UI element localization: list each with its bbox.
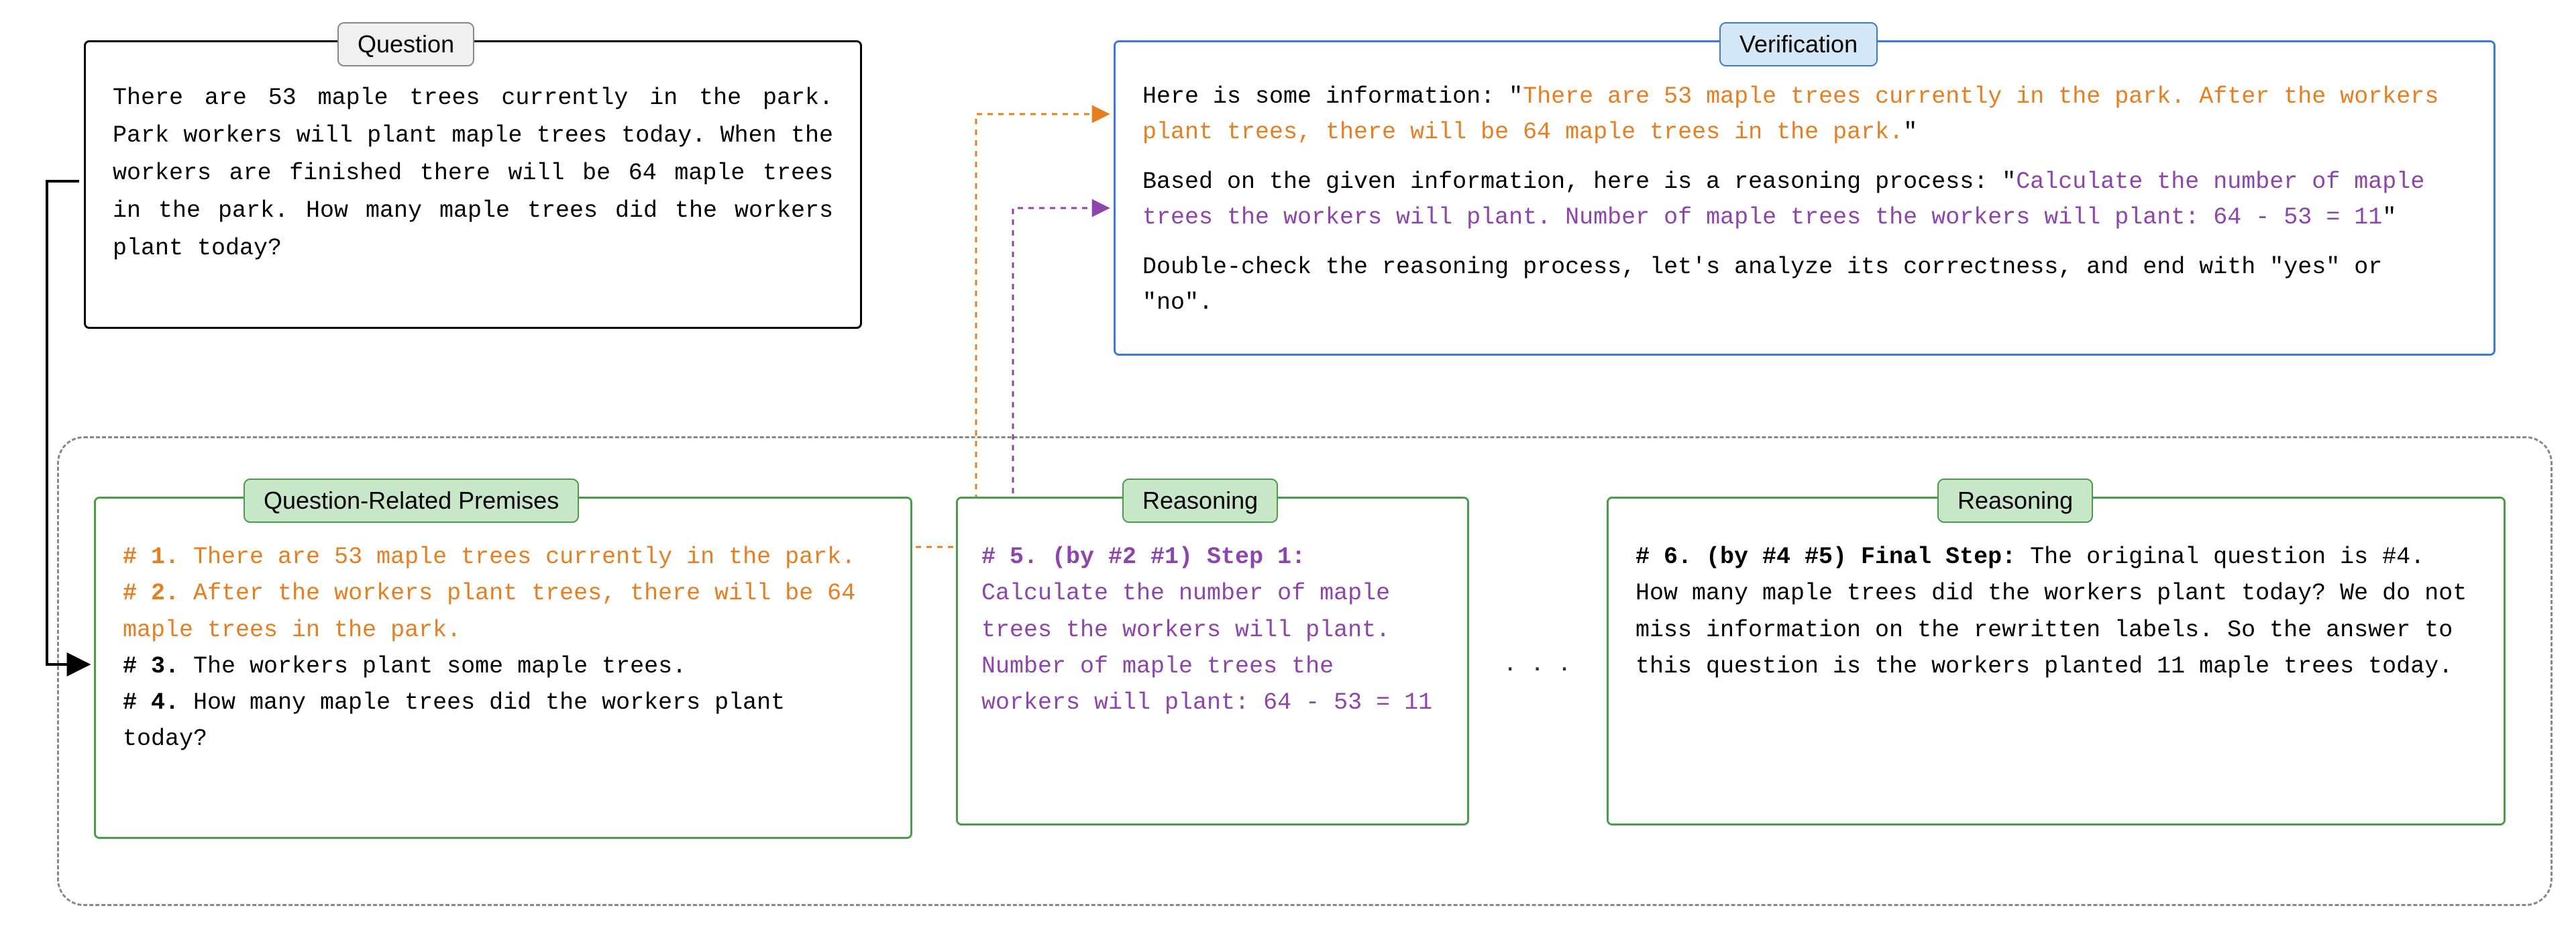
premises-content: # 1. There are 53 maple trees currently … — [123, 539, 883, 758]
reasoning-2-label: Reasoning — [1937, 479, 2093, 523]
ellipsis: . . . — [1506, 644, 1574, 678]
reasoning-1-content: # 5. (by #2 #1) Step 1: Calculate the nu… — [981, 539, 1444, 721]
reasoning-1-body: Calculate the number of maple trees the … — [981, 580, 1432, 716]
premise-2-text: After the workers plant trees, there wil… — [123, 580, 855, 643]
premise-3-text: The workers plant some maple trees. — [179, 653, 686, 680]
reasoning-1-box: Reasoning # 5. (by #2 #1) Step 1: Calcul… — [956, 497, 1469, 825]
reasoning-2-content: # 6. (by #4 #5) Final Step: The original… — [1635, 539, 2477, 685]
premise-1-num: # 1. — [123, 544, 193, 570]
verif-line2-post: " — [2382, 204, 2396, 231]
premises-label: Question-Related Premises — [244, 479, 579, 523]
premise-4-num: # 4. — [123, 689, 179, 716]
verif-line3: Double-check the reasoning process, let'… — [1142, 254, 2382, 316]
premises-box: Question-Related Premises # 1. There are… — [94, 497, 912, 839]
premise-2-num: # 2. — [123, 580, 193, 607]
question-label: Question — [337, 22, 474, 66]
verification-box: Verification Here is some information: "… — [1114, 40, 2496, 356]
verification-content: Here is some information: "There are 53 … — [1142, 79, 2467, 320]
question-box: Question There are 53 maple trees curren… — [84, 40, 862, 329]
reasoning-1-label: Reasoning — [1122, 479, 1278, 523]
verif-line1-post: " — [1903, 119, 1917, 146]
premise-1-text: There are 53 maple trees currently in th… — [193, 544, 855, 570]
premise-3-num: # 3. — [123, 653, 179, 680]
verif-line1-pre: Here is some information: " — [1142, 83, 1523, 110]
premise-4-text: How many maple trees did the workers pla… — [123, 689, 785, 752]
verification-label: Verification — [1719, 22, 1878, 66]
reasoning-2-box: Reasoning # 6. (by #4 #5) Final Step: Th… — [1607, 497, 2506, 825]
reasoning-2-head: # 6. (by #4 #5) Final Step: — [1635, 544, 2016, 570]
verif-line2-pre: Based on the given information, here is … — [1142, 168, 2016, 195]
question-text: There are 53 maple trees currently in th… — [113, 79, 833, 267]
reasoning-1-head: # 5. (by #2 #1) Step 1: — [981, 544, 1305, 570]
